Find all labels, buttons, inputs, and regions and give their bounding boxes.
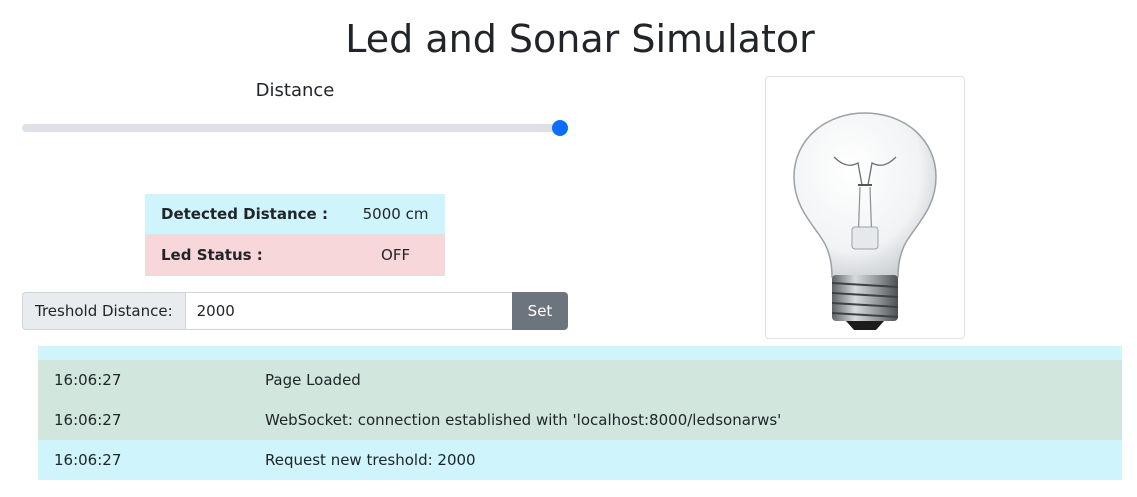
log-message: Page Loaded	[265, 371, 361, 389]
bulb-card	[765, 76, 965, 339]
log-message: WebSocket: connection established with '…	[265, 411, 782, 429]
log-row: 16:06:27 WebSocket: connection establishe…	[38, 400, 1122, 440]
log-row	[38, 346, 1122, 360]
led-status-row: Led Status : OFF	[145, 234, 445, 276]
page-title: Led and Sonar Simulator	[345, 17, 815, 61]
threshold-input-group: Treshold Distance: Set	[22, 292, 568, 330]
distance-label: Distance	[255, 80, 335, 101]
detected-distance-row: Detected Distance : 5000 cm	[145, 194, 445, 235]
log-message: Request new treshold: 2000	[265, 451, 476, 469]
distance-slider-thumb[interactable]	[552, 120, 568, 136]
status-table: Detected Distance : 5000 cm Led Status :…	[145, 194, 445, 276]
light-bulb-icon	[793, 112, 937, 330]
log-time: 16:06:27	[54, 411, 122, 429]
threshold-label: Treshold Distance:	[22, 292, 185, 330]
log-row: 16:06:27 Page Loaded	[38, 360, 1122, 400]
log-row: 16:06:27 Request new treshold: 2000	[38, 440, 1122, 480]
log-time: 16:06:27	[54, 371, 122, 389]
set-button[interactable]: Set	[512, 292, 568, 330]
event-log: 16:06:27 Page Loaded 16:06:27 WebSocket: co…	[38, 346, 1122, 480]
led-status-label: Led Status :	[145, 234, 347, 276]
led-status-value: OFF	[346, 234, 445, 276]
detected-distance-label: Detected Distance :	[145, 194, 347, 235]
detected-distance-value: 5000 cm	[346, 194, 445, 235]
distance-slider[interactable]	[22, 120, 568, 136]
threshold-input[interactable]	[184, 292, 512, 330]
log-time: 16:06:27	[54, 451, 122, 469]
